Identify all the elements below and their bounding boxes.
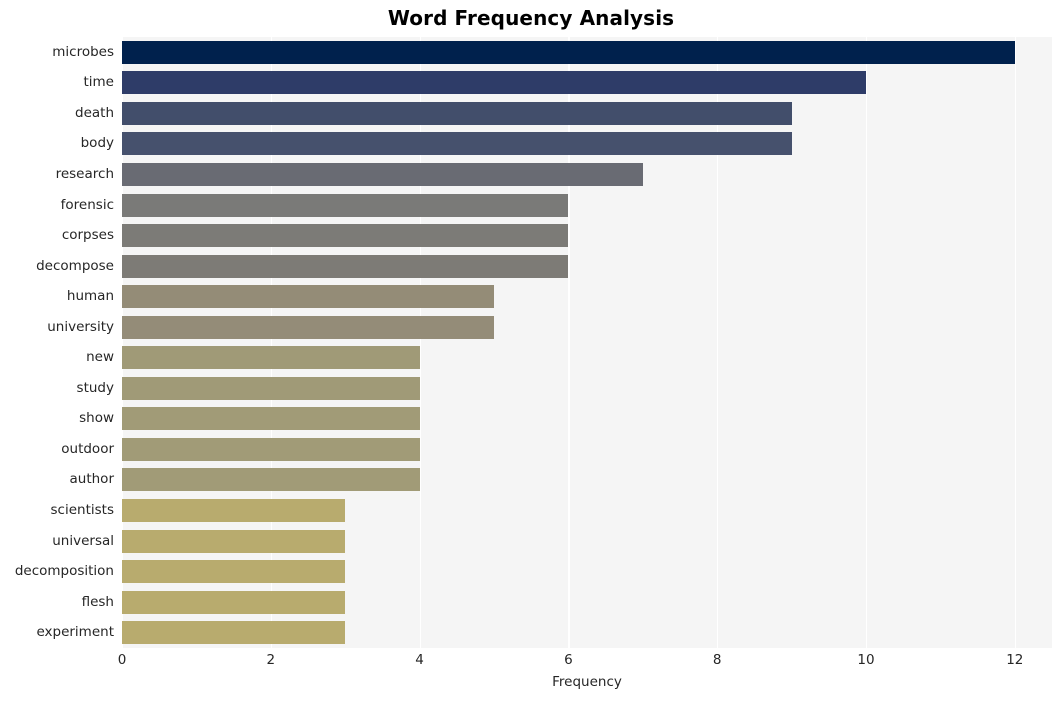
plot-area: [122, 37, 1052, 648]
y-axis-tick-label: forensic: [60, 196, 114, 213]
x-axis-tick-label: 6: [564, 652, 573, 668]
y-axis-tick-label: decomposition: [14, 563, 114, 580]
bar[interactable]: [122, 193, 569, 217]
y-axis-tick-label: corpses: [61, 227, 114, 244]
bar[interactable]: [122, 71, 866, 95]
x-axis-title: Frequency: [552, 674, 622, 690]
x-axis-tick-label: 10: [857, 652, 875, 668]
x-axis-tick-labels: 0 2 4 6 8 10 12: [118, 652, 1052, 674]
bar[interactable]: [122, 315, 494, 339]
y-axis-tick-labels: microbes time death body research forensic cor…: [0, 37, 114, 648]
y-axis-tick-label: death: [75, 104, 114, 121]
y-axis-tick-label: new: [86, 349, 114, 366]
y-axis-tick-label: flesh: [81, 593, 114, 610]
bar[interactable]: [122, 499, 346, 523]
bar[interactable]: [122, 621, 346, 645]
x-axis-tick-label: 0: [117, 652, 127, 668]
bar[interactable]: [122, 437, 420, 461]
y-axis-tick-label: experiment: [36, 624, 114, 641]
y-axis-tick-label: research: [55, 165, 114, 182]
bar[interactable]: [122, 224, 569, 248]
y-axis-tick-label: body: [80, 135, 114, 152]
y-axis-tick-label: decompose: [36, 257, 114, 274]
x-axis-tick-label: 8: [712, 652, 722, 668]
y-axis-tick-label: scientists: [50, 502, 114, 519]
bar[interactable]: [122, 101, 792, 125]
y-axis-tick-label: study: [76, 379, 114, 396]
chart-figure: Word Frequency Analysis microbes time deat…: [0, 0, 1062, 701]
chart-title: Word Frequency Analysis: [387, 6, 675, 30]
y-axis-tick-label: author: [69, 471, 115, 488]
y-axis-tick-label: microbes: [52, 43, 114, 60]
y-axis-tick-label: time: [83, 74, 114, 91]
bars-layer: [122, 37, 1052, 648]
bar[interactable]: [122, 468, 420, 492]
bar[interactable]: [122, 40, 1015, 64]
y-axis-tick-label: show: [79, 410, 114, 427]
bar[interactable]: [122, 529, 346, 553]
bar[interactable]: [122, 254, 569, 278]
y-axis-tick-label: outdoor: [61, 440, 114, 457]
y-axis-tick-label: universal: [52, 532, 114, 549]
bar[interactable]: [122, 346, 420, 370]
x-axis-tick-label: 12: [1006, 652, 1024, 668]
bar[interactable]: [122, 376, 420, 400]
bar[interactable]: [122, 132, 792, 156]
bar[interactable]: [122, 162, 643, 186]
bar[interactable]: [122, 590, 346, 614]
x-axis-tick-label: 4: [415, 652, 424, 668]
y-axis-tick-label: human: [66, 288, 114, 305]
x-axis-tick-label: 2: [266, 652, 276, 668]
bar[interactable]: [122, 560, 346, 584]
bar[interactable]: [122, 407, 420, 431]
bar[interactable]: [122, 285, 494, 309]
y-axis-tick-label: university: [47, 318, 114, 335]
